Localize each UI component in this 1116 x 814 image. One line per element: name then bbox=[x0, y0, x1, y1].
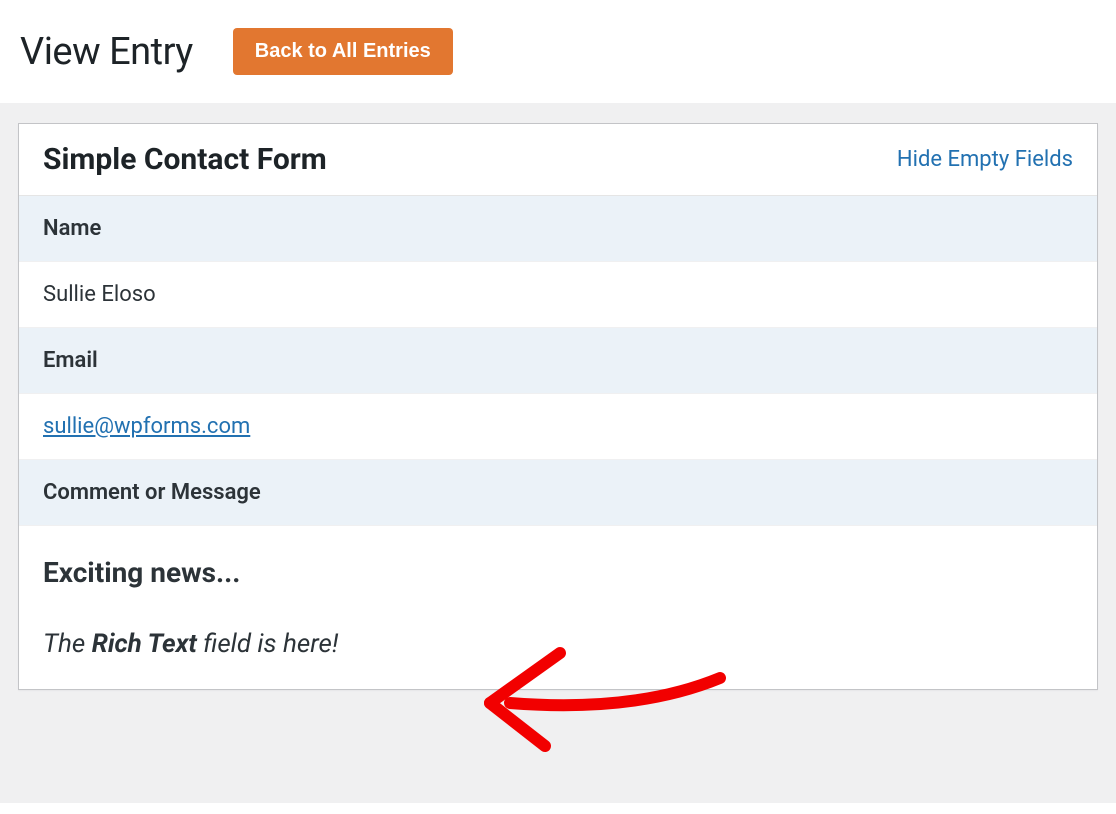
entry-panel: Simple Contact Form Hide Empty Fields Na… bbox=[18, 123, 1098, 690]
message-line: The Rich Text field is here! bbox=[43, 629, 1073, 659]
back-to-entries-button[interactable]: Back to All Entries bbox=[233, 28, 453, 75]
page-header: View Entry Back to All Entries bbox=[0, 0, 1116, 103]
field-value-message: Exciting news... The Rich Text field is … bbox=[19, 526, 1097, 689]
panel-header: Simple Contact Form Hide Empty Fields bbox=[19, 124, 1097, 196]
message-prefix: The bbox=[43, 629, 92, 659]
hide-empty-fields-link[interactable]: Hide Empty Fields bbox=[897, 147, 1073, 172]
email-link[interactable]: sullie@wpforms.com bbox=[43, 414, 250, 439]
message-heading: Exciting news... bbox=[43, 556, 1073, 589]
page-title: View Entry bbox=[20, 30, 193, 74]
field-label-message: Comment or Message bbox=[19, 460, 1097, 526]
form-title: Simple Contact Form bbox=[43, 142, 327, 177]
field-label-email: Email bbox=[19, 328, 1097, 394]
field-value-name: Sullie Eloso bbox=[19, 262, 1097, 328]
message-bold: Rich Text bbox=[92, 629, 197, 659]
field-label-name: Name bbox=[19, 196, 1097, 262]
message-suffix: field is here! bbox=[197, 629, 338, 659]
field-value-email: sullie@wpforms.com bbox=[19, 394, 1097, 460]
content-area: Simple Contact Form Hide Empty Fields Na… bbox=[0, 103, 1116, 803]
